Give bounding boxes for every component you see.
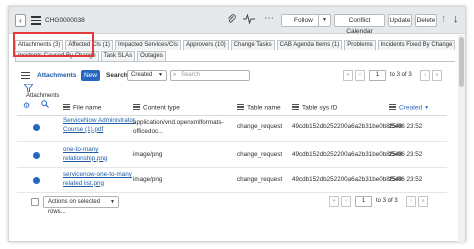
file-name-link[interactable]: one-to-many relationship.png [63, 146, 141, 163]
table-name-cell: change_request [237, 176, 283, 183]
paperclip-icon[interactable] [227, 14, 236, 26]
chevron-down-icon: ▼ [110, 199, 115, 205]
column-header-table-name[interactable]: Table name [237, 104, 281, 111]
conflict-calendar-button[interactable]: Conflict Calendar [334, 14, 385, 35]
column-header-table-sys-id[interactable]: Table sys ID [292, 104, 337, 111]
scrollbar-thumb[interactable] [459, 37, 464, 87]
column-label: Table sys ID [302, 104, 338, 112]
tab-change-tasks[interactable]: Change Tasks [230, 40, 275, 50]
arrow-up-icon[interactable]: ↑ [441, 13, 447, 25]
tab-highlight-annotation [13, 32, 94, 57]
page-input[interactable]: 1 [369, 70, 386, 81]
table-sys-id-cell: 49cdb152db252200a6a2b31be0b8f548 [292, 151, 402, 158]
page-input[interactable]: 1 [355, 196, 372, 207]
column-menu-icon[interactable] [389, 104, 396, 111]
list-menu-icon[interactable] [21, 72, 30, 81]
back-button[interactable]: ‹ [15, 14, 26, 27]
column-header-content-type[interactable]: Content type [133, 104, 180, 111]
last-page-button[interactable]: » [432, 70, 442, 81]
tabs-divider [15, 61, 455, 62]
column-menu-icon[interactable] [63, 104, 70, 111]
status-dot [33, 124, 40, 131]
activity-icon[interactable] [243, 13, 255, 26]
search-placeholder: Search [181, 72, 201, 78]
status-dot [33, 152, 40, 159]
last-page-button[interactable]: » [418, 196, 428, 207]
tab-cab-agenda-items[interactable]: CAB Agenda Items (1) [276, 40, 343, 50]
column-header-created[interactable]: Created ▼ [389, 104, 429, 111]
delete-button[interactable]: Delete [415, 14, 437, 27]
next-page-button[interactable]: › [420, 70, 430, 81]
search-label: Search [106, 72, 128, 79]
new-button[interactable]: New [81, 70, 100, 81]
form-window: ‹ CHG0000038 ⋯ Follow ▼ Conflict Calenda… [8, 6, 466, 242]
gear-icon[interactable]: ⚙ [23, 101, 30, 110]
column-label: Created [399, 104, 423, 112]
created-cell: 25/06 23:52 [389, 123, 423, 130]
pager-text: to 3 of 3 [390, 72, 412, 78]
content-type-cell: image/png [133, 176, 163, 183]
actions-label: Actions on selected rows... [48, 199, 101, 215]
status-dot [33, 177, 40, 184]
update-button[interactable]: Update [388, 14, 412, 27]
content-type-cell: image/png [133, 151, 163, 158]
column-label: File name [73, 104, 102, 112]
search-field-value: Created [131, 72, 153, 78]
table-name-cell: change_request [237, 123, 283, 130]
row-divider [17, 141, 447, 142]
context-menu-icon[interactable] [31, 16, 41, 25]
pager-text: to 3 of 3 [376, 198, 398, 204]
filter-icon[interactable] [23, 83, 34, 93]
first-page-button[interactable]: « [343, 70, 353, 81]
column-menu-icon[interactable] [292, 104, 299, 111]
column-menu-icon[interactable] [133, 104, 140, 111]
form-header: ‹ CHG0000038 ⋯ Follow ▼ Conflict Calenda… [9, 7, 465, 35]
header-divider [17, 115, 447, 116]
search-icon: ⌕ [173, 72, 177, 78]
follow-label: Follow [294, 17, 313, 24]
search-icon[interactable] [41, 100, 49, 110]
tab-problems[interactable]: Problems [344, 40, 376, 50]
vertical-scrollbar[interactable] [458, 35, 465, 242]
table-sys-id-cell: 49cdb152db252200a6a2b31be0b8f548 [292, 123, 402, 130]
tab-incidents-fixed[interactable]: Incidents Fixed By Change [377, 40, 456, 50]
row-divider [17, 167, 447, 168]
chevron-down-icon[interactable]: ▼ [318, 15, 330, 26]
chevron-down-icon: ▼ [158, 72, 163, 78]
select-all-checkbox[interactable] [31, 198, 39, 206]
row-divider [17, 192, 447, 193]
table-name-cell: change_request [237, 151, 283, 158]
sort-desc-icon: ▼ [424, 105, 430, 112]
breadcrumb[interactable]: Attachments [26, 93, 59, 99]
arrow-down-icon[interactable]: ↓ [453, 13, 459, 25]
table-sys-id-cell: 49cdb152db252200a6a2b31be0b8f548 [292, 176, 402, 183]
list-title[interactable]: Attachments [37, 71, 76, 83]
search-field-select[interactable]: Created ▼ [127, 70, 167, 81]
tab-impacted-services[interactable]: Impacted Services/CIs [114, 40, 181, 50]
content-type-cell: application/vnd.openxmlformats-officedoc… [133, 119, 224, 135]
follow-button[interactable]: Follow ▼ [281, 14, 331, 27]
created-cell: 25/06 23:52 [389, 176, 423, 183]
record-number: CHG0000038 [45, 17, 85, 24]
tab-approvers[interactable]: Approvers (10) [182, 40, 229, 50]
column-menu-icon[interactable] [237, 104, 244, 111]
prev-page-button[interactable]: ‹ [341, 196, 351, 207]
prev-page-button[interactable]: ‹ [355, 70, 365, 81]
first-page-button[interactable]: « [329, 196, 339, 207]
next-page-button[interactable]: › [406, 196, 416, 207]
column-label: Content type [143, 104, 180, 112]
file-name-link[interactable]: servicenow-one-to-many related list.png [63, 171, 141, 188]
more-icon[interactable]: ⋯ [264, 13, 274, 24]
column-header-file-name[interactable]: File name [63, 104, 102, 111]
tab-task-slas[interactable]: Task SLAs [100, 51, 136, 61]
tab-outages[interactable]: Outages [137, 51, 166, 61]
file-name-link[interactable]: ServiceNow Administrator Course (1).pdf [63, 117, 141, 134]
search-input[interactable]: ⌕ Search [170, 70, 250, 81]
created-cell: 25/06 23:52 [389, 151, 423, 158]
column-label: Table name [247, 104, 281, 112]
actions-select[interactable]: Actions on selected rows... ▼ [43, 196, 119, 215]
